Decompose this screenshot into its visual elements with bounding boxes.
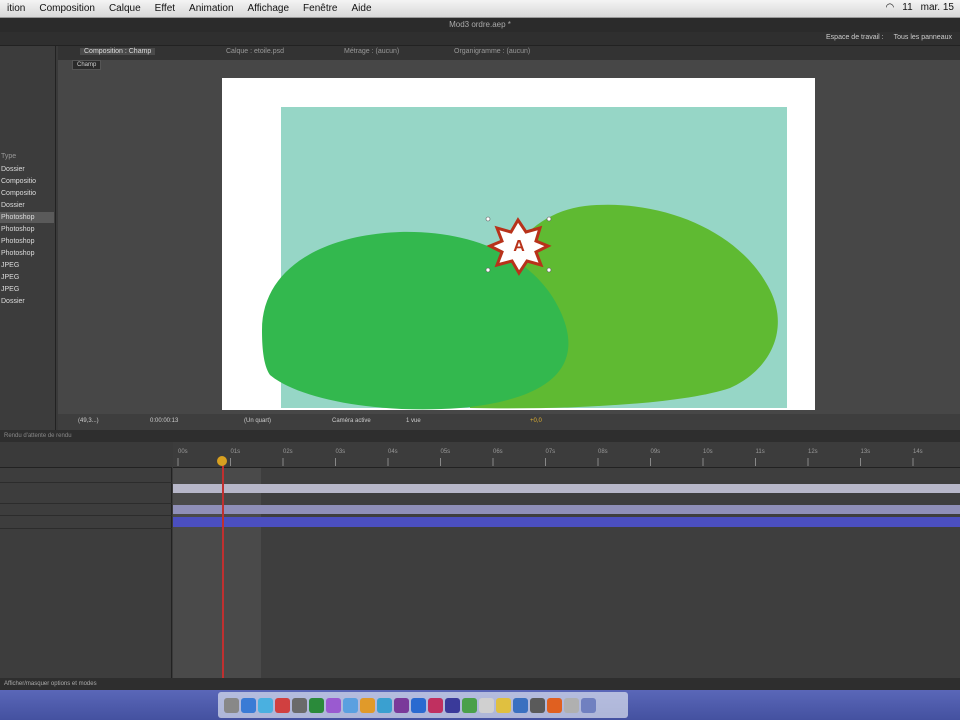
ruler-tick-label: 03s <box>336 449 346 455</box>
dock-app-icon[interactable] <box>343 697 358 713</box>
ruler-tick-label: 11s <box>756 449 765 455</box>
layer-bar[interactable] <box>173 484 960 493</box>
status-bar: Afficher/masquer options et modes <box>0 678 960 690</box>
dock-app-icon[interactable] <box>309 697 324 713</box>
dock-app-icon[interactable] <box>411 697 426 713</box>
ruler-tick-label: 09s <box>651 449 661 455</box>
dock-app-icon[interactable] <box>428 697 443 713</box>
dock-app-icon[interactable] <box>360 697 375 713</box>
timeline-header: Rendu d'attente de rendu <box>0 430 960 442</box>
ruler-tick-label: 07s <box>546 449 556 455</box>
ruler-tick-label: 08s <box>598 449 608 455</box>
resolution-dropdown[interactable]: (Un quart) <box>244 418 271 424</box>
dock-app-icon[interactable] <box>394 697 409 713</box>
star-badge[interactable]: A <box>486 217 552 276</box>
ruler-tick-label: 12s <box>808 449 818 455</box>
ruler-tick-label: 06s <box>493 449 503 455</box>
ruler-tick-label: 00s <box>178 449 188 455</box>
timeline-tracks[interactable] <box>173 468 960 678</box>
render-queue-label[interactable]: Rendu d'attente de rendu <box>4 433 72 439</box>
exposure-value[interactable]: +0,0 <box>530 418 542 424</box>
ruler-tick-label: 13s <box>861 449 871 455</box>
ruler-tick-label: 02s <box>283 449 293 455</box>
camera-dropdown[interactable]: Caméra active <box>332 418 371 424</box>
dock-app-icon[interactable] <box>462 697 477 713</box>
ruler-tick-label: 05s <box>441 449 451 455</box>
dock-app-icon[interactable] <box>581 697 596 713</box>
dock-app-icon[interactable] <box>445 697 460 713</box>
dock-app-icon[interactable] <box>479 697 494 713</box>
dock-app-icon[interactable] <box>530 697 545 713</box>
playhead-handle[interactable] <box>217 456 227 466</box>
dock-app-icon[interactable] <box>326 697 341 713</box>
layer-bar[interactable] <box>173 517 960 527</box>
work-area <box>173 468 261 678</box>
ruler-ticks: 00s 01s 02s 03s 04s 05s 06s 07s 08s 09s 10s 11s 12s 1… <box>177 449 923 466</box>
dock-app-icon[interactable] <box>241 697 256 713</box>
zoom-dropdown[interactable]: (49,3...) <box>78 418 99 424</box>
dock-app-icon[interactable] <box>377 697 392 713</box>
dock-app-icon[interactable] <box>275 697 290 713</box>
ruler-tick-label: 14s <box>913 449 923 455</box>
dock-app-icon[interactable] <box>224 697 239 713</box>
toggle-switches-label[interactable]: Afficher/masquer options et modes <box>4 681 97 687</box>
layer-list <box>0 468 172 678</box>
dock-shelf <box>218 692 628 718</box>
star-label: A <box>513 238 525 255</box>
viewer-toolbar: (49,3...) 0:00:00:13 (Un quart) Caméra a… <box>58 414 960 430</box>
dock-app-icon[interactable] <box>564 697 579 713</box>
playhead[interactable] <box>222 458 224 678</box>
dock-app-icon[interactable] <box>513 697 528 713</box>
ruler-tick-label: 01s <box>231 449 241 455</box>
viewer-timecode[interactable]: 0:00:00:13 <box>150 418 178 424</box>
time-ruler[interactable]: 00s 01s 02s 03s 04s 05s 06s 07s 08s 09s 10s 11s 12s 1… <box>173 442 960 468</box>
dock-app-icon[interactable] <box>258 697 273 713</box>
dock-app-icon[interactable] <box>547 697 562 713</box>
ruler-tick-label: 10s <box>703 449 713 455</box>
dock-app-icon[interactable] <box>292 697 307 713</box>
ruler-tick-label: 04s <box>388 449 398 455</box>
layer-bar[interactable] <box>173 505 960 514</box>
dock-app-icon[interactable] <box>496 697 511 713</box>
timeline-controls <box>0 442 172 468</box>
views-dropdown[interactable]: 1 vue <box>406 418 421 424</box>
